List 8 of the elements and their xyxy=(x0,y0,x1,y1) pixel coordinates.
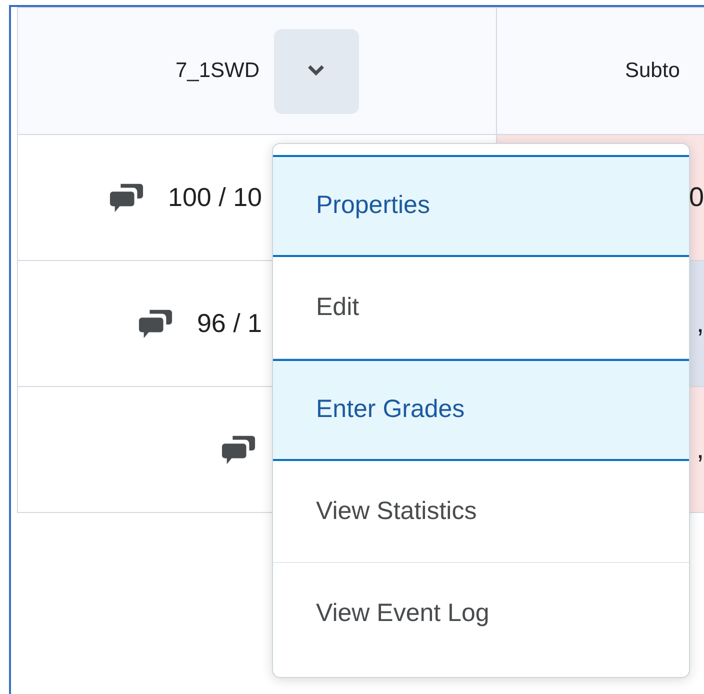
grade-text: 100 / 10 xyxy=(168,181,262,214)
menu-item[interactable]: Properties xyxy=(273,155,689,257)
menu-item[interactable]: View Statistics xyxy=(273,461,689,563)
menu-item[interactable]: Enter Grades xyxy=(273,359,689,461)
grade-text: 96 / 1 xyxy=(196,307,262,340)
menu-item[interactable]: View Event Log xyxy=(273,563,689,665)
column-header: Subto xyxy=(625,58,680,84)
column-header: 7_1SWD xyxy=(175,58,260,84)
